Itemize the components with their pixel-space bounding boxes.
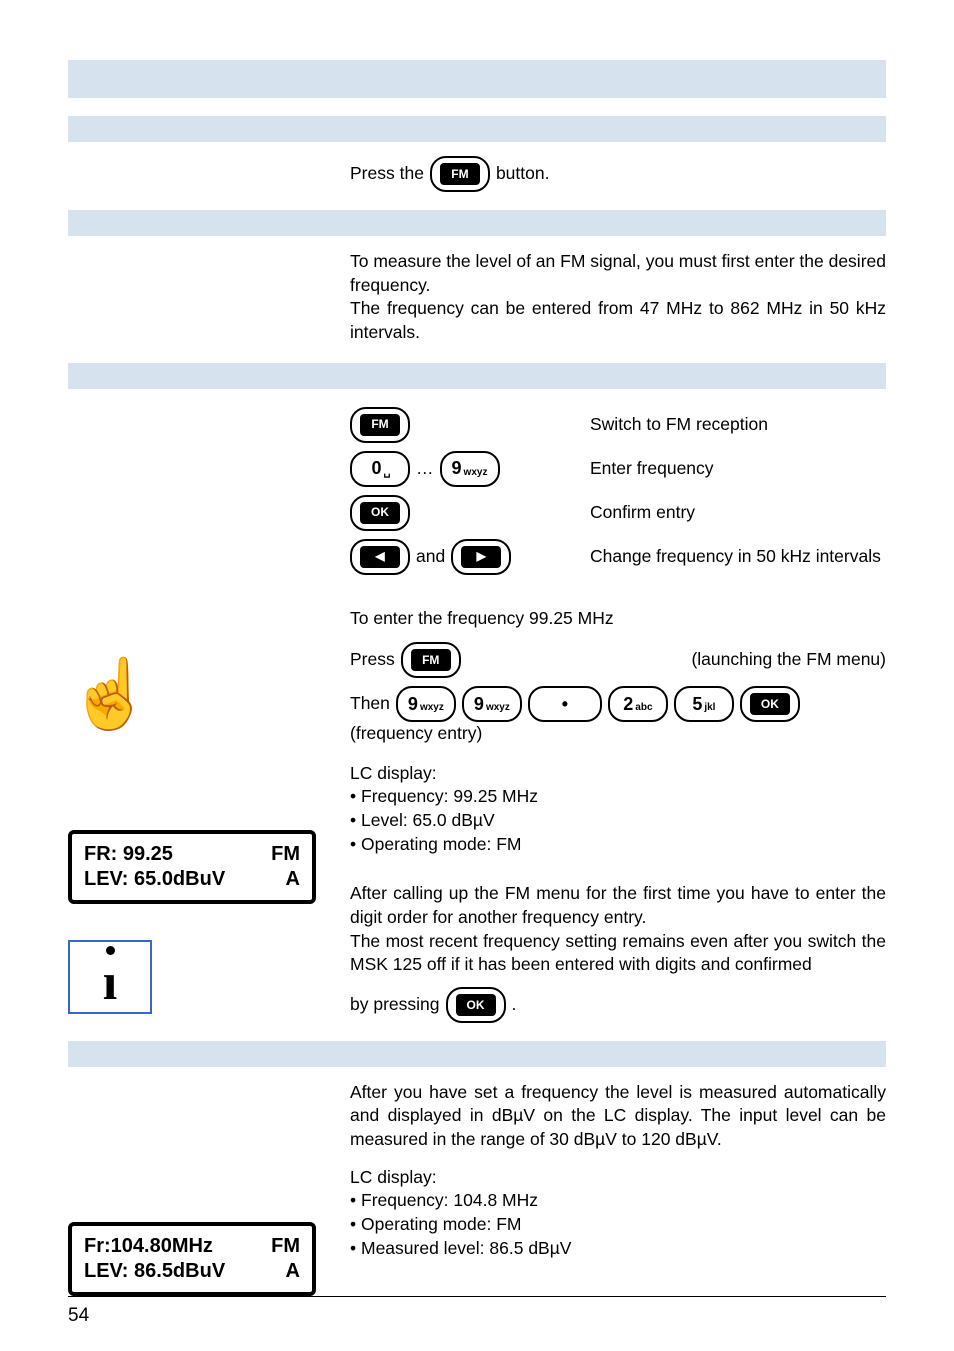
text-press: Press bbox=[350, 648, 395, 672]
hand-pointing-icon: ☝ bbox=[68, 656, 153, 732]
lcd1-freq: FR: 99.25 bbox=[84, 842, 173, 867]
info-icon: ı bbox=[68, 940, 152, 1014]
label-enter-frequency: Enter frequency bbox=[590, 447, 886, 491]
key-sublabel: wxyz bbox=[420, 701, 444, 715]
paragraph: The most recent frequency setting remain… bbox=[350, 930, 886, 977]
footer-divider bbox=[68, 1296, 886, 1297]
label-change-frequency: Change frequency in 50 kHz intervals bbox=[590, 535, 886, 579]
key-sublabel: wxyz bbox=[464, 466, 488, 480]
info-note-block: After calling up the FM menu for the fir… bbox=[350, 882, 886, 1023]
digit-9-key-icon: 9wxyz bbox=[462, 686, 522, 722]
example-intro: To enter the frequency 99.25 MHz bbox=[350, 607, 886, 631]
lcd-display-2-aside: Fr:104.80MHz FM LEV: 86.5dBuV A bbox=[68, 1222, 328, 1296]
key-label: 9 bbox=[408, 692, 418, 716]
key-label: • bbox=[545, 693, 585, 715]
bullet-item: Operating mode: FM bbox=[350, 1213, 886, 1237]
text-and: and bbox=[416, 545, 445, 569]
key-label: OK bbox=[456, 994, 496, 1016]
key-label: 0 bbox=[372, 456, 382, 480]
digit-5-key-icon: 5jkl bbox=[674, 686, 734, 722]
page-container: Press the FM button. To measure the leve… bbox=[0, 0, 954, 1351]
lcd2-mode: FM bbox=[271, 1234, 300, 1259]
lcd1-mode: FM bbox=[271, 842, 300, 867]
key-sublabel: jkl bbox=[704, 701, 715, 715]
text-period: . bbox=[512, 993, 517, 1017]
key-label: 9 bbox=[474, 692, 484, 716]
paragraph: To measure the level of an FM signal, yo… bbox=[350, 250, 886, 297]
lcd-display-heading: LC display: bbox=[350, 762, 886, 786]
info-box-aside: ı bbox=[68, 940, 328, 1014]
hand-pointer-aside: ☝ bbox=[68, 660, 328, 728]
ok-key-icon: OK bbox=[350, 495, 410, 531]
bullet-item: Frequency: 104.8 MHz bbox=[350, 1189, 886, 1213]
section-subheader-band-2 bbox=[68, 210, 886, 236]
lcd1-level: LEV: 65.0dBuV bbox=[84, 867, 225, 892]
paragraph: After calling up the FM menu for the fir… bbox=[350, 882, 886, 929]
key-label: FM bbox=[360, 414, 400, 436]
bullet-item: Frequency: 99.25 MHz bbox=[350, 785, 886, 809]
label-confirm-entry: Confirm entry bbox=[590, 491, 886, 535]
key-label: OK bbox=[360, 502, 400, 524]
lcd2-suffix: A bbox=[286, 1259, 300, 1284]
lcd-display-1: FR: 99.25 FM LEV: 65.0dBuV A bbox=[68, 830, 316, 904]
lcd-display-1-aside: FR: 99.25 FM LEV: 65.0dBuV A bbox=[68, 830, 328, 904]
lcd1-description: LC display: Frequency: 99.25 MHz Level: … bbox=[350, 762, 886, 857]
dot-key-icon: • bbox=[528, 686, 602, 722]
key-sublabel: wxyz bbox=[486, 701, 510, 715]
frequency-entry-description: To measure the level of an FM signal, yo… bbox=[350, 250, 886, 345]
ok-key-icon: OK bbox=[446, 987, 506, 1023]
level-measurement-description: After you have set a frequency the level… bbox=[350, 1081, 886, 1152]
lcd1-suffix: A bbox=[286, 867, 300, 892]
arrow-left-key-icon bbox=[350, 539, 410, 575]
key-label: OK bbox=[750, 693, 790, 715]
key-label: 2 bbox=[623, 692, 633, 716]
fm-key-icon: FM bbox=[401, 642, 461, 678]
section-subheader-band-3 bbox=[68, 363, 886, 389]
key-label: 9 bbox=[452, 456, 462, 480]
arrow-right-icon bbox=[461, 546, 501, 568]
digit-9-key-icon: 9wxyz bbox=[396, 686, 456, 722]
key-label: 5 bbox=[692, 692, 702, 716]
arrow-right-key-icon bbox=[451, 539, 511, 575]
ellipsis: … bbox=[416, 457, 434, 481]
bullet-item: Measured level: 86.5 dBµV bbox=[350, 1237, 886, 1261]
fm-key-icon: FM bbox=[430, 156, 490, 192]
lcd-display-2: Fr:104.80MHz FM LEV: 86.5dBuV A bbox=[68, 1222, 316, 1296]
digit-0-key-icon: 0␣ bbox=[350, 451, 410, 487]
section-subheader-band-4 bbox=[68, 1041, 886, 1067]
lcd2-freq: Fr:104.80MHz bbox=[84, 1234, 213, 1259]
frequency-example-block: To enter the frequency 99.25 MHz Press F… bbox=[350, 607, 886, 746]
lcd2-level: LEV: 86.5dBuV bbox=[84, 1259, 225, 1284]
text-launching-fm-menu: (launching the FM menu) bbox=[691, 648, 886, 672]
digit-9-key-icon: 9wxyz bbox=[440, 451, 500, 487]
text-press-the: Press the bbox=[350, 162, 424, 186]
lcd2-description: LC display: Frequency: 104.8 MHz Operati… bbox=[350, 1166, 886, 1261]
section-header-band-1 bbox=[68, 60, 886, 98]
fm-button-instruction: Press the FM button. bbox=[350, 156, 886, 192]
arrow-left-icon bbox=[360, 546, 400, 568]
text-then: Then bbox=[350, 692, 390, 716]
ok-key-icon: OK bbox=[740, 686, 800, 722]
text-by-pressing: by pressing bbox=[350, 993, 440, 1017]
text-button-suffix: button. bbox=[496, 162, 550, 186]
bullet-item: Level: 65.0 dBµV bbox=[350, 809, 886, 833]
page-number: 54 bbox=[68, 1305, 89, 1327]
label-switch-fm: Switch to FM reception bbox=[590, 403, 886, 447]
digit-2-key-icon: 2abc bbox=[608, 686, 668, 722]
key-label: FM bbox=[411, 649, 451, 671]
key-explanation-block: FM Switch to FM reception 0␣ … 9wxyz Ent… bbox=[350, 403, 886, 579]
bullet-item: Operating mode: FM bbox=[350, 833, 886, 857]
section-subheader-band-1 bbox=[68, 116, 886, 142]
fm-key-label: FM bbox=[440, 163, 480, 185]
text-frequency-entry: (frequency entry) bbox=[350, 722, 886, 746]
key-sublabel: abc bbox=[635, 701, 652, 715]
fm-key-icon: FM bbox=[350, 407, 410, 443]
paragraph: The frequency can be entered from 47 MHz… bbox=[350, 297, 886, 344]
paragraph: After you have set a frequency the level… bbox=[350, 1081, 886, 1152]
lcd-display-heading: LC display: bbox=[350, 1166, 886, 1190]
